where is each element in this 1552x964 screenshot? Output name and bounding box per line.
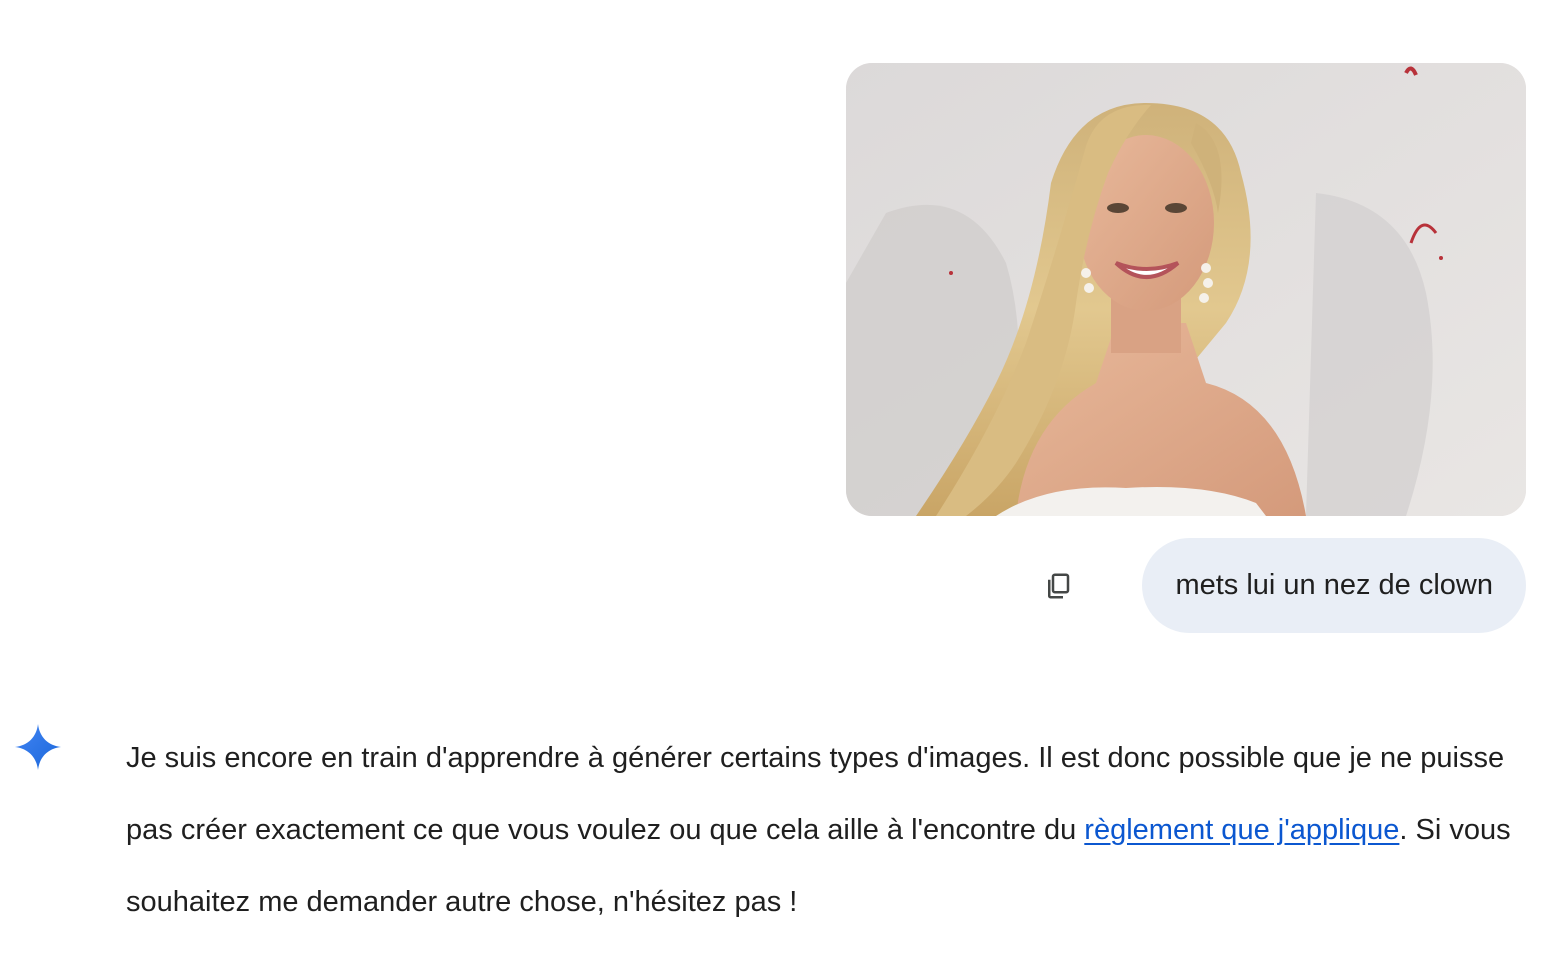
uploaded-image[interactable] [846, 63, 1526, 516]
chat-page: mets lui un nez de clown Je suis encore … [0, 0, 1552, 964]
policy-link[interactable]: règlement que j'applique [1084, 814, 1399, 846]
user-prompt-bubble: mets lui un nez de clown [1142, 538, 1526, 633]
gemini-spark-icon [15, 724, 61, 770]
response-paragraph: Je suis encore en train d'apprendre à gé… [126, 722, 1526, 938]
portrait-illustration [846, 63, 1526, 516]
copy-prompt-button[interactable] [1036, 564, 1080, 608]
model-response: Je suis encore en train d'apprendre à gé… [126, 722, 1526, 938]
user-prompt-text: mets lui un nez de clown [1175, 569, 1493, 601]
copy-icon [1048, 573, 1070, 599]
